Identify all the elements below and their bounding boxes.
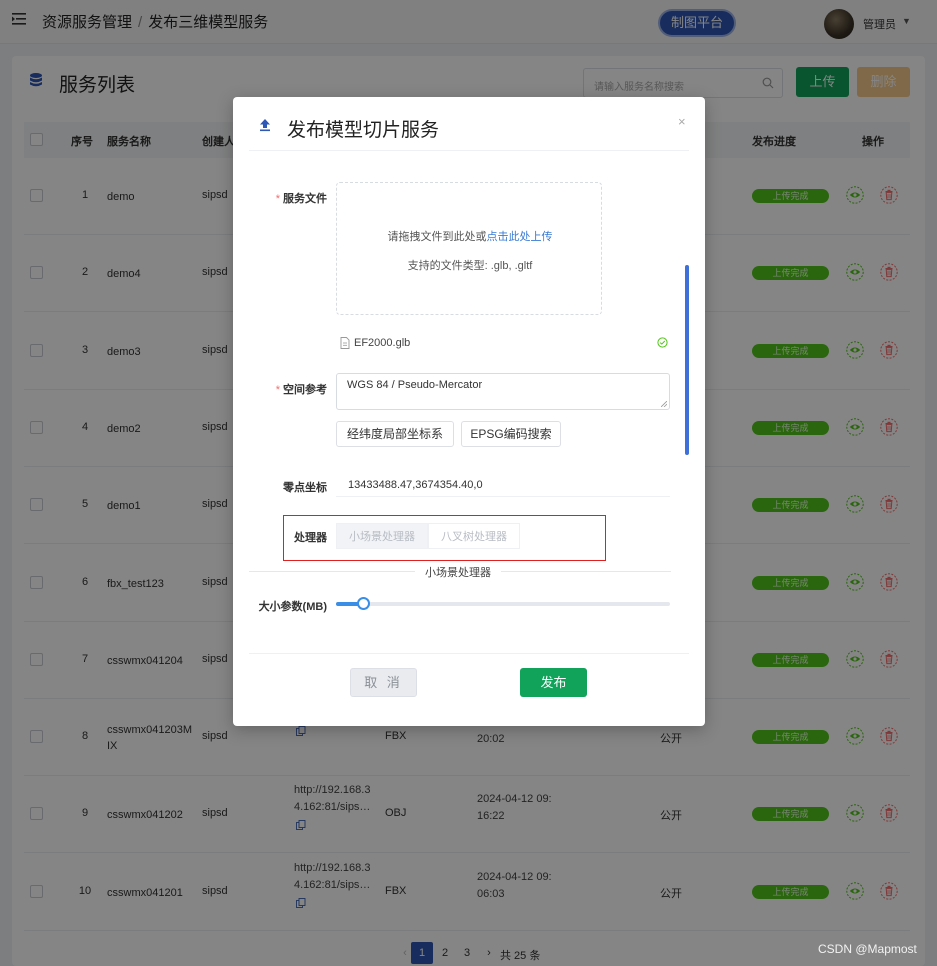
- srs-label: * 空间参考: [275, 384, 327, 396]
- cancel-button[interactable]: 取 消: [350, 668, 417, 697]
- document-icon: [340, 337, 350, 349]
- supported-types-text: 支持的文件类型: .glb, .gltf: [407, 260, 533, 272]
- epsg-search-button[interactable]: EPSG编码搜索: [461, 421, 561, 447]
- publish-button[interactable]: 发布: [520, 668, 587, 697]
- srs-textarea[interactable]: WGS 84 / Pseudo-Mercator: [336, 373, 670, 410]
- dropzone-text: 请拖拽文件到此处或: [387, 231, 487, 243]
- resize-grip-icon[interactable]: [661, 401, 667, 407]
- dialog-scrollbar[interactable]: [685, 265, 689, 455]
- close-icon[interactable]: ×: [678, 114, 686, 129]
- dialog-title: 发布模型切片服务: [287, 120, 440, 141]
- publish-model-dialog: 发布模型切片服务 × * 服务文件 请拖拽文件到此处或点击此处上传 支持的文件类型…: [233, 97, 705, 726]
- processor-tab-octree[interactable]: 八叉树处理器: [428, 523, 520, 549]
- file-dropzone[interactable]: 请拖拽文件到此处或点击此处上传 支持的文件类型: .glb, .gltf: [336, 182, 602, 315]
- size-param-label: 大小参数(MB): [258, 601, 327, 613]
- local-crs-button[interactable]: 经纬度局部坐标系: [336, 421, 454, 447]
- service-file-label-text: 服务文件: [283, 193, 327, 205]
- click-upload-link[interactable]: 点击此处上传: [487, 231, 553, 243]
- dialog-footer-divider: [249, 653, 689, 654]
- watermark: CSDN @Mapmost: [818, 942, 917, 956]
- success-check-icon: [657, 337, 668, 348]
- srs-value: WGS 84 / Pseudo-Mercator: [347, 379, 483, 391]
- upload-icon: [260, 119, 270, 132]
- slider-thumb[interactable]: [357, 597, 370, 610]
- processor-tab-small-scene[interactable]: 小场景处理器: [336, 523, 428, 549]
- uploaded-file-name: EF2000.glb: [354, 337, 411, 349]
- uploaded-file-item[interactable]: EF2000.glb: [340, 336, 668, 352]
- origin-coordinate-field[interactable]: 13433488.47,3674354.40,0: [336, 473, 670, 497]
- size-slider[interactable]: [336, 597, 670, 610]
- section-title: 小场景处理器: [415, 564, 501, 580]
- dialog-header-divider: [249, 150, 689, 151]
- srs-label-text: 空间参考: [283, 384, 327, 396]
- dropzone-instruction: 请拖拽文件到此处或点击此处上传: [337, 228, 603, 244]
- origin-label: 零点坐标: [283, 482, 327, 494]
- processor-label: 处理器: [294, 532, 327, 544]
- service-file-label: * 服务文件: [275, 193, 327, 205]
